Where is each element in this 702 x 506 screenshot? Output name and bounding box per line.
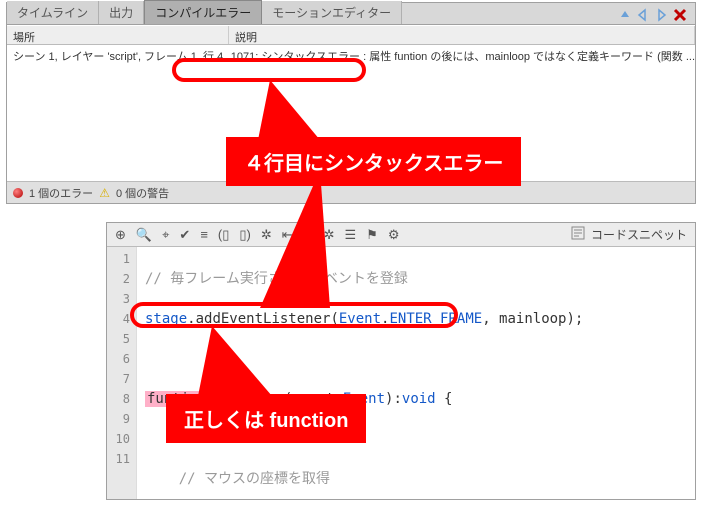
- annotation-pointer-2a: [260, 170, 330, 308]
- annotation-pointer-2b: [198, 326, 272, 396]
- error-dot-icon: [13, 188, 23, 198]
- gear-icon[interactable]: ⚙: [388, 227, 400, 243]
- collapse-icon[interactable]: (▯: [218, 227, 229, 243]
- tab-motion-editor[interactable]: モーションエディター: [262, 1, 402, 24]
- nav-next-icon[interactable]: [653, 7, 669, 23]
- snippet-icon: [571, 226, 585, 243]
- tab-compiler-errors[interactable]: コンパイルエラー: [144, 0, 262, 24]
- code-editor-panel: ⊕ 🔍 ⌖ ✔ ≡ (▯ ▯) ✲ ⇤ ⇥ ✲ ☰ ⚑ ⚙ コードスニペット 1…: [106, 222, 696, 500]
- error-grid-header: 場所 説明: [7, 25, 695, 45]
- format-icon[interactable]: ≡: [200, 227, 208, 243]
- add-icon[interactable]: ⊕: [115, 227, 126, 243]
- annotation-pointer-1: [258, 80, 320, 140]
- annotation-ring-error-line: [172, 58, 366, 82]
- col-location-header[interactable]: 場所: [7, 26, 229, 44]
- col-description-header[interactable]: 説明: [229, 26, 695, 44]
- help-icon[interactable]: ☰: [345, 227, 357, 243]
- debug-icon[interactable]: ⚑: [366, 227, 378, 243]
- code-toolbar: ⊕ 🔍 ⌖ ✔ ≡ (▯ ▯) ✲ ⇤ ⇥ ✲ ☰ ⚑ ⚙ コードスニペット: [107, 223, 695, 247]
- tab-timeline[interactable]: タイムライン: [7, 1, 99, 24]
- toolbar-icons: ⊕ 🔍 ⌖ ✔ ≡ (▯ ▯) ✲ ⇤ ⇥ ✲ ☰ ⚑ ⚙: [115, 227, 399, 243]
- warning-icon: ⚠: [99, 186, 110, 200]
- nav-prev-icon[interactable]: [635, 7, 651, 23]
- warning-count-label: 0 個の警告: [116, 185, 169, 201]
- annotation-callout-2: 正しくは function: [166, 394, 366, 443]
- target-icon[interactable]: ⌖: [162, 227, 169, 243]
- annotation-ring-code-line4: [130, 302, 458, 328]
- code-snippet-button[interactable]: コードスニペット: [571, 226, 687, 243]
- expand-icon[interactable]: ▯): [239, 227, 250, 243]
- panel-tabs: タイムライン 出力 コンパイルエラー モーションエディター: [7, 3, 695, 25]
- snippet-label: コードスニペット: [591, 226, 687, 243]
- close-icon[interactable]: [671, 6, 689, 24]
- error-count-label: 1 個のエラー: [29, 185, 93, 201]
- nav-up-icon[interactable]: [617, 7, 633, 23]
- code-area[interactable]: 1 2 3 4 5 6 7 8 9 10 11 // 毎フレーム実行されるイベン…: [107, 247, 695, 499]
- panel-nav-buttons: [617, 6, 689, 24]
- tab-output[interactable]: 出力: [99, 1, 144, 24]
- line-gutter: 1 2 3 4 5 6 7 8 9 10 11: [107, 247, 137, 499]
- check-icon[interactable]: ✔: [179, 227, 190, 243]
- find-icon[interactable]: 🔍: [136, 227, 152, 243]
